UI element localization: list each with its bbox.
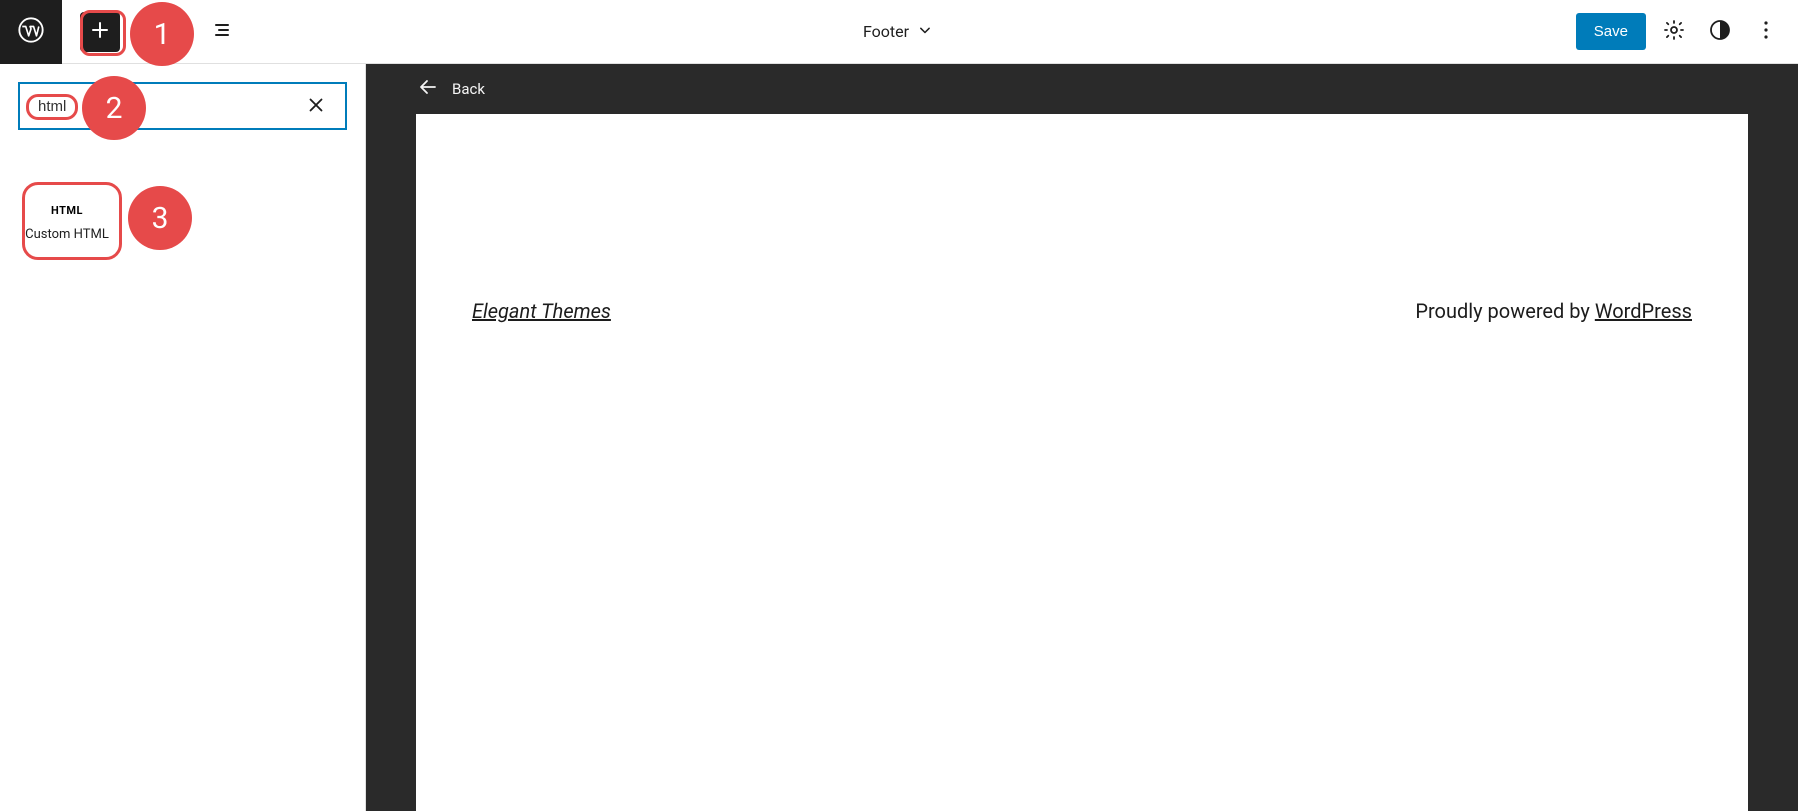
block-search-input[interactable]: [32, 94, 299, 119]
block-item-custom-html[interactable]: HTML Custom HTML: [18, 184, 116, 262]
save-button[interactable]: Save: [1576, 13, 1646, 50]
back-label: Back: [452, 80, 485, 98]
wordpress-logo-button[interactable]: [0, 0, 62, 64]
page-preview[interactable]: Elegant Themes Proudly powered by WordPr…: [416, 114, 1748, 811]
clear-search-button[interactable]: [299, 93, 333, 120]
styles-button[interactable]: [1702, 14, 1738, 50]
more-options-button[interactable]: [1748, 14, 1784, 50]
document-overview-button[interactable]: [204, 14, 240, 50]
close-icon: [305, 94, 327, 119]
back-button[interactable]: Back: [416, 64, 1748, 114]
html-block-icon: HTML: [51, 204, 83, 217]
list-view-icon: [210, 18, 234, 45]
editor-topbar: Footer Save: [0, 0, 1798, 64]
arrow-left-icon: [416, 75, 440, 103]
footer-wordpress-link[interactable]: WordPress: [1595, 299, 1692, 323]
kebab-icon: [1754, 18, 1778, 45]
add-block-button[interactable]: [80, 12, 120, 52]
redo-button[interactable]: [144, 14, 180, 50]
settings-button[interactable]: [1656, 14, 1692, 50]
footer-credit-prefix: Proudly powered by: [1415, 299, 1594, 323]
gear-icon: [1662, 18, 1686, 45]
footer-block[interactable]: Elegant Themes Proudly powered by WordPr…: [472, 299, 1692, 323]
footer-credit: Proudly powered by WordPress: [1415, 299, 1692, 323]
document-title: Footer: [863, 22, 909, 41]
block-search-wrap: [18, 82, 347, 130]
footer-site-title[interactable]: Elegant Themes: [472, 299, 611, 323]
document-title-dropdown[interactable]: Footer: [863, 20, 935, 44]
chevron-down-icon: [915, 20, 935, 44]
plus-icon: [88, 18, 112, 45]
wordpress-logo-icon: [17, 16, 45, 48]
block-inserter-panel: HTML Custom HTML 2 3: [0, 64, 366, 811]
editor-canvas: Back Elegant Themes Proudly powered by W…: [366, 64, 1798, 811]
toolbar-left-group: [62, 12, 240, 52]
block-item-label: Custom HTML: [25, 227, 109, 242]
contrast-icon: [1708, 18, 1732, 45]
toolbar-right-group: Save: [1576, 13, 1798, 50]
redo-icon: [150, 18, 174, 45]
